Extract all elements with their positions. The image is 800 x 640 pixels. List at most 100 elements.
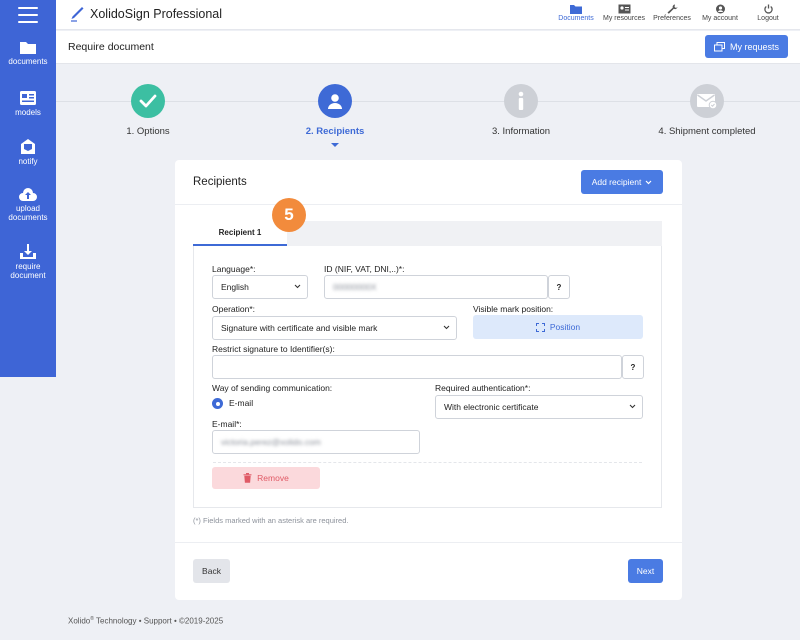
footer: Xolido® Technology • Support • ©2019-202… [68, 616, 223, 626]
active-step-caret [331, 143, 339, 147]
step-label: 3. Information [491, 126, 551, 137]
sidebar-item-label: require document [10, 262, 46, 280]
position-label: Position [549, 322, 581, 332]
my-requests-label: My requests [729, 41, 780, 52]
folder-icon [570, 5, 582, 14]
chevron-down-icon [294, 284, 301, 289]
id-value: 00000000X [333, 282, 377, 292]
language-select[interactable]: English [212, 275, 308, 299]
required-note: (*) Fields marked with an asterisk are r… [193, 516, 349, 525]
sidebar-item-label: models [15, 108, 41, 117]
info-icon [504, 84, 538, 118]
step-badge: 5 [272, 198, 306, 232]
step-shipment[interactable]: 4. Shipment completed [637, 84, 777, 137]
copy-icon [713, 41, 725, 51]
operation-label: Operation*: [212, 304, 255, 314]
email-radio[interactable] [212, 398, 223, 409]
recipient-panel: Language*: English ID (NIF, VAT, DNI,..)… [193, 246, 662, 508]
step-options[interactable]: 1. Options [78, 84, 218, 137]
step-label: 1. Options [126, 126, 170, 137]
operation-value: Signature with certificate and visible m… [221, 323, 378, 333]
trash-icon [243, 473, 252, 483]
auth-label: Required authentication*: [435, 383, 531, 393]
step-label: 4. Shipment completed [658, 126, 756, 137]
remove-label: Remove [257, 473, 289, 483]
sidebar-item-upload[interactable]: upload documents [0, 187, 56, 222]
nav-my-resources[interactable]: My resources [600, 3, 648, 22]
add-recipient-label: Add recipient [591, 177, 642, 187]
next-button[interactable]: Next [628, 559, 663, 583]
sidebar: documents models notify upload documents… [0, 0, 56, 377]
chevron-down-icon [629, 404, 636, 409]
back-button[interactable]: Back [193, 559, 230, 583]
nav-label: My resources [602, 15, 645, 22]
sidebar-item-notify[interactable]: notify [0, 138, 56, 166]
id-help-button[interactable]: ? [548, 275, 570, 299]
divider [213, 462, 642, 463]
email-radio-label: E-mail [229, 398, 254, 408]
pen-icon [71, 7, 84, 22]
position-button[interactable]: Position [473, 315, 643, 339]
notify-icon [21, 139, 35, 154]
page-title: Require document [68, 41, 154, 53]
folder-icon [20, 42, 36, 54]
nav-label: My account [702, 15, 738, 22]
chevron-down-icon [443, 325, 450, 330]
chevron-down-icon [645, 180, 652, 184]
visible-mark-label: Visible mark position: [473, 304, 554, 314]
card-title: Recipients [193, 176, 247, 188]
id-label: ID (NIF, VAT, DNI,..)*: [324, 264, 405, 274]
nav-label: Logout [757, 15, 779, 22]
way-label: Way of sending communication: [212, 383, 333, 393]
id-card-icon [618, 4, 630, 14]
brand[interactable]: XolidoSign Professional [70, 6, 222, 22]
nav-logout[interactable]: Logout [744, 3, 792, 22]
sidebar-item-models[interactable]: models [0, 90, 56, 117]
sidebar-item-label: upload documents [8, 204, 48, 222]
email-input[interactable]: victoria.perez@xolido.com [212, 430, 420, 454]
footer-brand: Xolido [68, 616, 91, 626]
recipient-tabs: Recipient 1 [193, 221, 662, 246]
auth-value: With electronic certificate [444, 402, 539, 412]
menu-icon[interactable] [18, 7, 38, 23]
upload-icon [19, 188, 37, 201]
restrict-label: Restrict signature to Identifier(s): [212, 344, 335, 354]
restrict-help-button[interactable]: ? [622, 355, 644, 379]
sidebar-item-documents[interactable]: documents [0, 40, 56, 66]
footer-text: Technology • Support • ©2019-2025 [93, 616, 224, 626]
user-icon [715, 4, 725, 14]
step-label: 2. Recipients [305, 126, 365, 137]
nav-label: Documents [558, 15, 594, 22]
nav-documents[interactable]: Documents [552, 3, 600, 22]
sidebar-item-require[interactable]: require document [0, 243, 56, 280]
language-value: English [221, 282, 249, 292]
step-information[interactable]: 3. Information [451, 84, 591, 137]
power-icon [763, 4, 773, 14]
divider [175, 542, 682, 543]
add-recipient-button[interactable]: Add recipient [581, 170, 663, 194]
operation-select[interactable]: Signature with certificate and visible m… [212, 316, 457, 340]
remove-button[interactable]: Remove [212, 467, 320, 489]
step-recipients[interactable]: 2. Recipients [265, 84, 405, 137]
email-value: victoria.perez@xolido.com [221, 437, 321, 447]
nav-label: Preferences [653, 15, 691, 22]
top-bar: XolidoSign Professional Documents My res… [56, 0, 800, 30]
nav-preferences[interactable]: Preferences [648, 3, 696, 22]
auth-select[interactable]: With electronic certificate [435, 395, 643, 419]
nav-my-account[interactable]: My account [696, 3, 744, 22]
models-icon [20, 91, 36, 105]
id-input[interactable]: 00000000X [324, 275, 548, 299]
divider [175, 204, 682, 205]
recipients-card: Recipients Add recipient Recipient 1 Lan… [175, 160, 682, 600]
restrict-input[interactable] [212, 355, 622, 379]
my-requests-button[interactable]: My requests [705, 35, 788, 58]
email-label: E-mail*: [212, 419, 242, 429]
language-label: Language*: [212, 264, 256, 274]
wrench-icon [667, 4, 677, 14]
tab-recipient-1[interactable]: Recipient 1 [193, 221, 287, 246]
top-nav: Documents My resources Preferences My ac… [552, 3, 792, 22]
require-icon [20, 244, 36, 259]
user-icon [318, 84, 352, 118]
check-icon [131, 84, 165, 118]
sidebar-item-label: notify [18, 157, 38, 166]
